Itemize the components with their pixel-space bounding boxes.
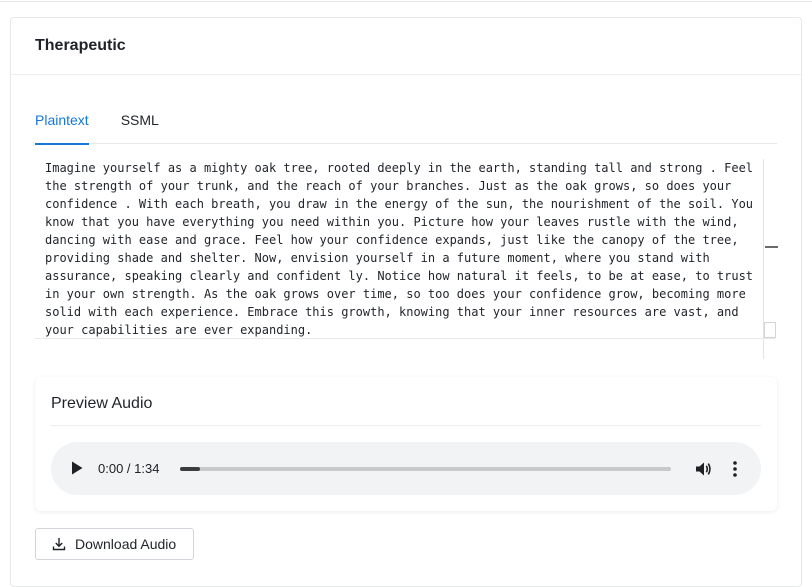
editor-line: know that you have everything you need w… — [45, 215, 739, 229]
editor-divider — [35, 338, 775, 339]
tab-ssml[interactable]: SSML — [121, 100, 159, 144]
scrollbar-marker — [765, 246, 778, 248]
text-editor[interactable]: Imagine yourself as a mighty oak tree, r… — [35, 159, 779, 359]
editor-line: solid with each experience. Embrace this… — [45, 305, 739, 319]
editor-line: Imagine yourself as a mighty oak tree, r… — [45, 161, 754, 175]
tab-bar: Plaintext SSML — [35, 100, 777, 145]
editor-line: dancing with ease and grace. Feel how yo… — [45, 233, 739, 247]
preview-audio-panel: Preview Audio 0:00 / 1:34 — [35, 377, 777, 511]
preview-title: Preview Audio — [51, 395, 153, 412]
play-icon[interactable] — [71, 461, 83, 475]
editor-line: assurance, speaking clearly and confiden… — [45, 269, 754, 283]
editor-line: your capabilities are ever expanding. — [45, 323, 313, 337]
preview-divider — [51, 425, 761, 426]
download-label: Download Audio — [75, 536, 177, 552]
download-icon — [52, 538, 66, 551]
editor-line: the strength of your trunk, and the reac… — [45, 179, 732, 193]
volume-icon[interactable] — [694, 460, 712, 478]
card-title: Therapeutic — [35, 37, 126, 54]
download-audio-button[interactable]: Download Audio — [35, 528, 194, 560]
editor-text[interactable]: Imagine yourself as a mighty oak tree, r… — [35, 159, 763, 339]
more-vert-icon[interactable] — [732, 460, 738, 478]
card-header: Therapeutic — [11, 18, 801, 75]
editor-line: in your own strength. As the oak grows o… — [45, 287, 746, 301]
progress-fill — [180, 467, 200, 471]
time-display: 0:00 / 1:34 — [98, 461, 160, 476]
progress-slider[interactable] — [180, 467, 671, 471]
editor-line: providing shade and shelter. Now, envisi… — [45, 251, 710, 265]
therapeutic-card: Therapeutic Plaintext SSML Imagine yours… — [10, 17, 802, 587]
tab-plaintext[interactable]: Plaintext — [35, 100, 89, 145]
editor-line: confidence . With each breath, you draw … — [45, 197, 754, 211]
cursor-line-box — [764, 322, 776, 338]
top-divider — [0, 1, 812, 2]
audio-player: 0:00 / 1:34 — [51, 442, 761, 495]
